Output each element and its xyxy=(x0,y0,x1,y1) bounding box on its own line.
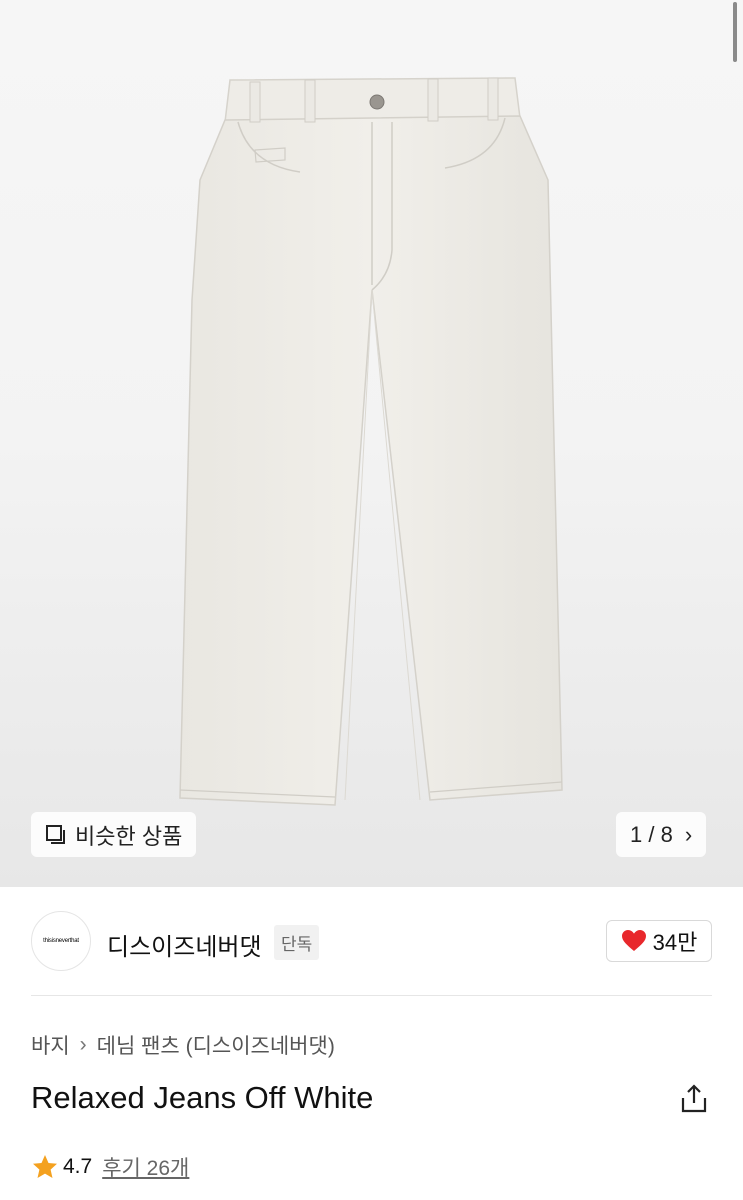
brand-name[interactable]: 디스이즈네버댓 xyxy=(107,927,262,962)
chevron-right-icon: › xyxy=(79,1033,87,1056)
image-counter: 1 / 8 xyxy=(630,821,673,847)
scrollbar-thumb[interactable] xyxy=(733,2,737,62)
review-count-link[interactable]: 후기 26개 xyxy=(102,1152,189,1182)
exclusive-badge: 단독 xyxy=(274,925,320,960)
product-image[interactable] xyxy=(0,0,743,887)
similar-products-button[interactable]: 비슷한 상품 xyxy=(31,812,197,857)
like-button[interactable]: 34만 xyxy=(606,920,712,962)
product-image-gallery[interactable]: 비슷한 상품 1 / 8 › xyxy=(0,0,743,887)
divider xyxy=(31,995,712,996)
product-title: Relaxed Jeans Off White xyxy=(31,1080,374,1115)
similar-items-icon xyxy=(46,824,65,844)
breadcrumb: 바지 › 데님 팬츠 (디스이즈네버댓) xyxy=(31,1030,335,1060)
share-icon[interactable] xyxy=(680,1084,708,1114)
brand-logo[interactable]: thisisneverthat xyxy=(31,911,91,971)
star-icon xyxy=(33,1155,57,1178)
rating-row: 4.7 후기 26개 xyxy=(31,1152,189,1182)
breadcrumb-item-subcategory[interactable]: 데님 팬츠 (디스이즈네버댓) xyxy=(97,1030,335,1060)
brand-logo-text: thisisneverthat xyxy=(43,938,79,944)
rating-value: 4.7 xyxy=(63,1155,93,1178)
chevron-right-icon: › xyxy=(684,821,693,847)
brand-row: thisisneverthat 디스이즈네버댓 단독 34만 xyxy=(31,911,712,971)
similar-products-label: 비슷한 상품 xyxy=(75,823,183,849)
heart-icon xyxy=(621,930,646,951)
breadcrumb-item-category[interactable]: 바지 xyxy=(31,1030,70,1060)
like-count: 34만 xyxy=(652,930,698,955)
image-counter-button[interactable]: 1 / 8 › xyxy=(616,812,707,857)
